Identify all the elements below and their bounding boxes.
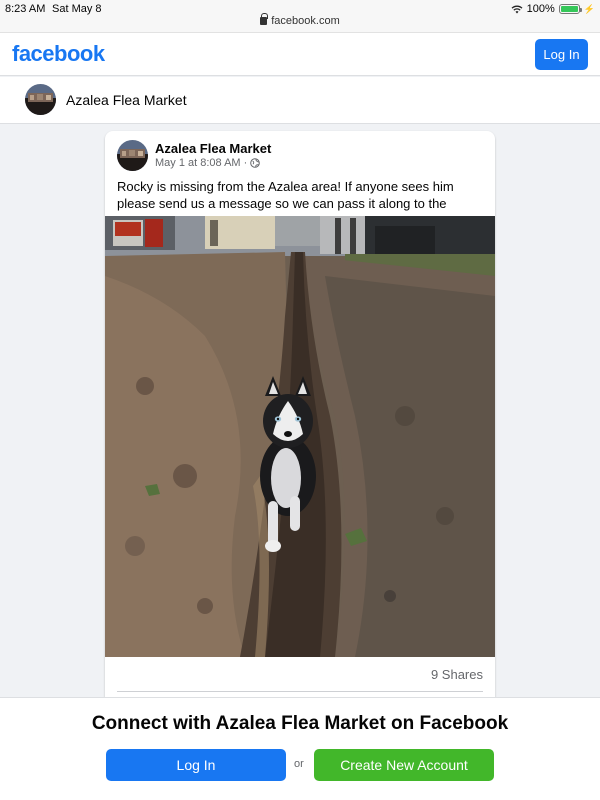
- battery-icon: [558, 4, 582, 14]
- post-timestamp[interactable]: May 1 at 8:08 AM: [155, 157, 241, 169]
- login-button[interactable]: Log In: [106, 749, 286, 781]
- status-time: 8:23 AM: [5, 3, 46, 15]
- page-title[interactable]: Azalea Flea Market: [66, 92, 187, 108]
- page-avatar[interactable]: [25, 84, 56, 115]
- post-meta: May 1 at 8:08 AM ·: [155, 157, 261, 169]
- login-prompt: Connect with Azalea Flea Market on Faceb…: [0, 697, 600, 800]
- post-author-name[interactable]: Azalea Flea Market: [155, 141, 271, 156]
- globe-icon: [250, 158, 261, 168]
- post-photo[interactable]: [105, 216, 495, 657]
- wifi-icon: [511, 5, 523, 13]
- or-label: or: [294, 758, 304, 770]
- post-author-avatar[interactable]: [117, 140, 148, 171]
- header-login-button[interactable]: Log In: [535, 39, 588, 70]
- connect-heading: Connect with Azalea Flea Market on Faceb…: [91, 713, 509, 734]
- status-date: Sat May 8: [52, 3, 102, 15]
- battery-percent: 100%: [526, 3, 555, 15]
- charging-icon: ⚡: [583, 3, 595, 14]
- shares-count[interactable]: 9 Shares: [431, 667, 483, 682]
- create-account-button[interactable]: Create New Account: [314, 749, 494, 781]
- post-card: Azalea Flea Market May 1 at 8:08 AM · Ro…: [105, 131, 495, 731]
- top-navigation: facebook Log In: [0, 33, 600, 76]
- husky-puppy-photo: [105, 216, 495, 657]
- status-bar: 8:23 AM Sat May 8 facebook.com 100% ⚡: [0, 0, 600, 33]
- lock-icon: [260, 13, 269, 25]
- post-divider: [117, 691, 483, 692]
- meta-separator: ·: [243, 157, 248, 169]
- address-bar[interactable]: facebook.com: [0, 13, 600, 27]
- url-text: facebook.com: [271, 15, 340, 27]
- page-header: Azalea Flea Market: [0, 77, 600, 124]
- facebook-logo[interactable]: facebook: [12, 41, 105, 67]
- status-indicators: 100% ⚡: [511, 3, 595, 15]
